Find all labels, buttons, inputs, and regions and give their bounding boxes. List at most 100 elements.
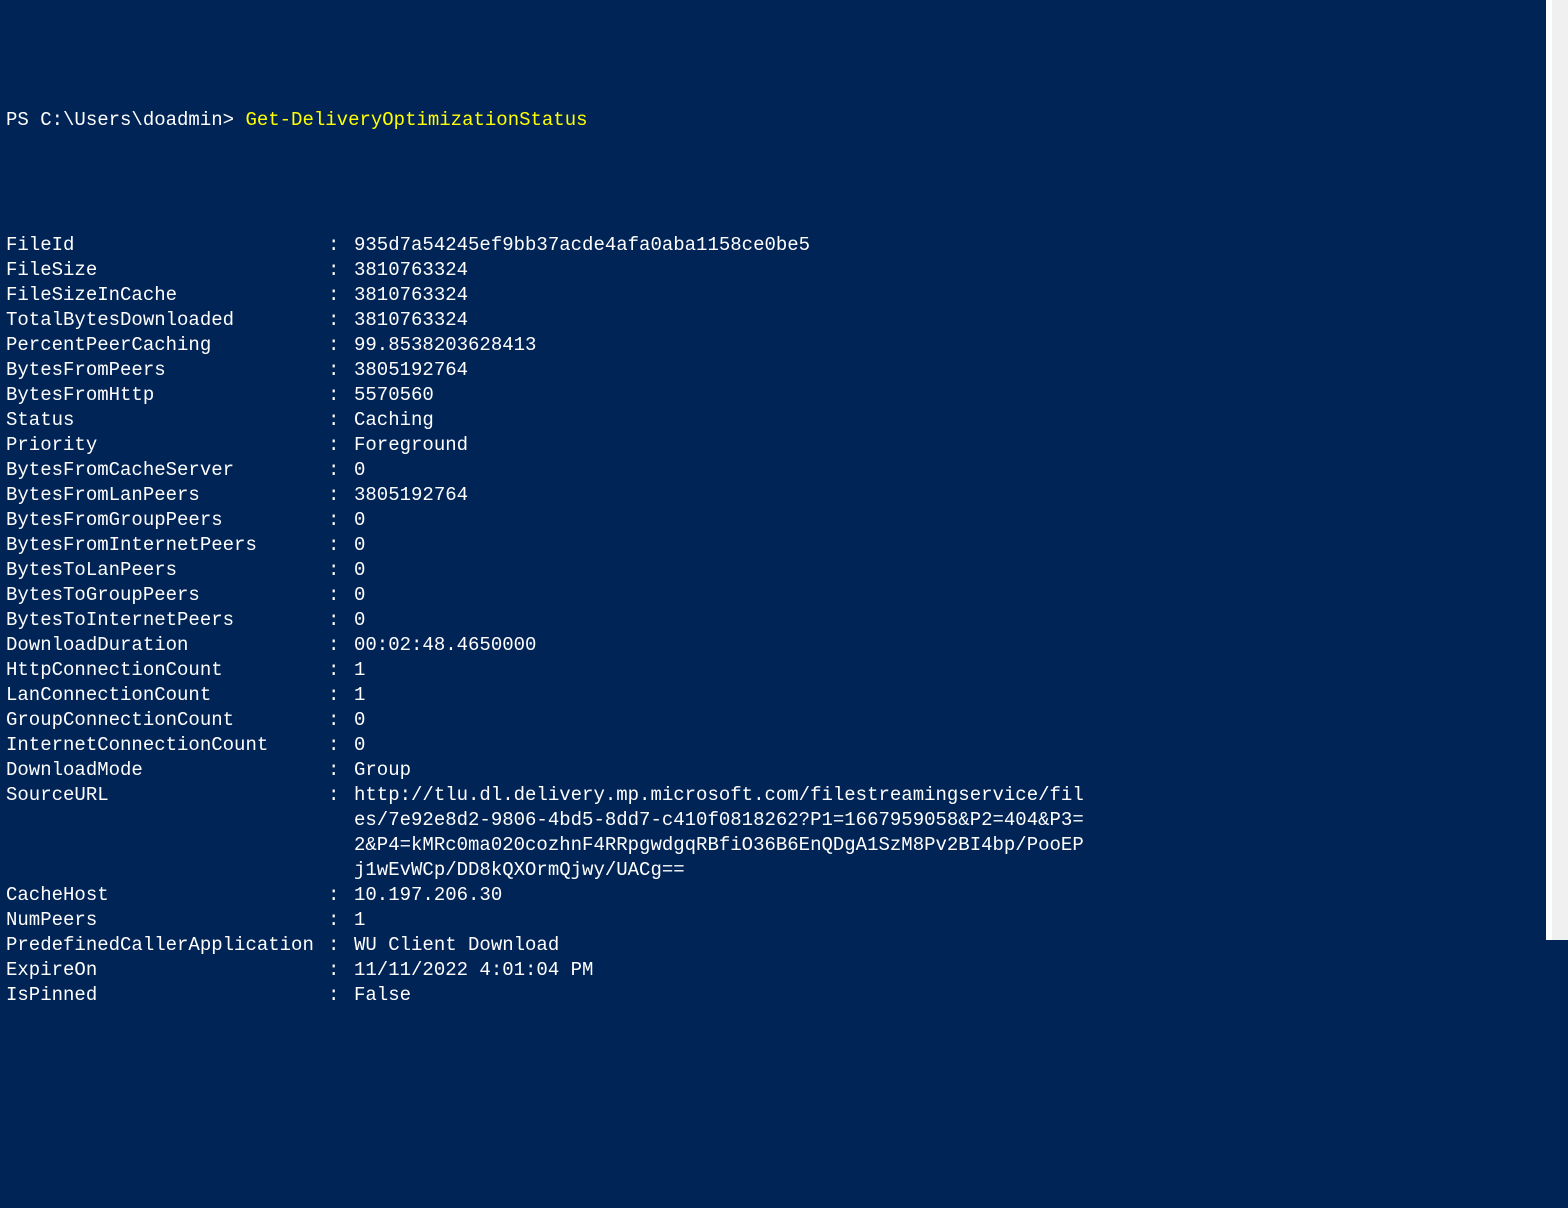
property-value: 3805192764	[354, 358, 1094, 383]
property-key: TotalBytesDownloaded	[6, 308, 328, 333]
property-separator: :	[328, 233, 354, 258]
property-value: 10.197.206.30	[354, 883, 1094, 908]
output-row: FileSize: 3810763324	[6, 258, 1562, 283]
property-value: 5570560	[354, 383, 1094, 408]
property-separator: :	[328, 983, 354, 1008]
property-value: 0	[354, 733, 1094, 758]
property-key: Priority	[6, 433, 328, 458]
output-container: FileId: 935d7a54245ef9bb37acde4afa0aba11…	[6, 233, 1562, 1008]
output-row: ExpireOn: 11/11/2022 4:01:04 PM	[6, 958, 1562, 983]
property-value: 935d7a54245ef9bb37acde4afa0aba1158ce0be5	[354, 233, 1094, 258]
property-value: False	[354, 983, 1094, 1008]
property-value: 11/11/2022 4:01:04 PM	[354, 958, 1094, 983]
property-key: BytesFromLanPeers	[6, 483, 328, 508]
prompt-prefix: PS C:\Users\doadmin>	[6, 109, 245, 131]
property-separator: :	[328, 333, 354, 358]
property-separator: :	[328, 258, 354, 283]
property-value: http://tlu.dl.delivery.mp.microsoft.com/…	[354, 783, 1094, 883]
property-separator: :	[328, 483, 354, 508]
property-separator: :	[328, 608, 354, 633]
property-separator: :	[328, 733, 354, 758]
property-separator: :	[328, 508, 354, 533]
property-value: 1	[354, 908, 1094, 933]
property-separator: :	[328, 958, 354, 983]
property-separator: :	[328, 783, 354, 883]
output-row: PercentPeerCaching: 99.8538203628413	[6, 333, 1562, 358]
property-key: LanConnectionCount	[6, 683, 328, 708]
property-key: BytesFromPeers	[6, 358, 328, 383]
vertical-scrollbar[interactable]	[1552, 0, 1568, 940]
property-value: 1	[354, 683, 1094, 708]
property-separator: :	[328, 408, 354, 433]
property-key: FileId	[6, 233, 328, 258]
property-separator: :	[328, 308, 354, 333]
property-key: BytesToLanPeers	[6, 558, 328, 583]
property-separator: :	[328, 583, 354, 608]
property-key: DownloadMode	[6, 758, 328, 783]
command-text: Get-DeliveryOptimizationStatus	[245, 109, 587, 131]
property-value: 1	[354, 658, 1094, 683]
property-key: BytesFromHttp	[6, 383, 328, 408]
output-row: BytesFromGroupPeers: 0	[6, 508, 1562, 533]
output-row: SourceURL: http://tlu.dl.delivery.mp.mic…	[6, 783, 1562, 883]
property-key: PredefinedCallerApplication	[6, 933, 328, 958]
output-row: LanConnectionCount: 1	[6, 683, 1562, 708]
property-key: SourceURL	[6, 783, 328, 883]
property-value: 0	[354, 458, 1094, 483]
output-row: FileId: 935d7a54245ef9bb37acde4afa0aba11…	[6, 233, 1562, 258]
property-separator: :	[328, 283, 354, 308]
output-row: PredefinedCallerApplication: WU Client D…	[6, 933, 1562, 958]
output-row: GroupConnectionCount: 0	[6, 708, 1562, 733]
property-separator: :	[328, 558, 354, 583]
property-value: 3810763324	[354, 283, 1094, 308]
output-row: BytesToLanPeers: 0	[6, 558, 1562, 583]
property-key: NumPeers	[6, 908, 328, 933]
output-row: BytesToGroupPeers: 0	[6, 583, 1562, 608]
output-row: BytesFromInternetPeers: 0	[6, 533, 1562, 558]
property-value: 0	[354, 708, 1094, 733]
property-value: Group	[354, 758, 1094, 783]
property-value: 00:02:48.4650000	[354, 633, 1094, 658]
property-value: 0	[354, 583, 1094, 608]
property-key: IsPinned	[6, 983, 328, 1008]
property-key: BytesToGroupPeers	[6, 583, 328, 608]
property-separator: :	[328, 633, 354, 658]
output-row: BytesFromPeers: 3805192764	[6, 358, 1562, 383]
property-separator: :	[328, 533, 354, 558]
property-key: FileSize	[6, 258, 328, 283]
output-row: BytesFromLanPeers: 3805192764	[6, 483, 1562, 508]
property-key: ExpireOn	[6, 958, 328, 983]
property-value: 0	[354, 608, 1094, 633]
property-key: FileSizeInCache	[6, 283, 328, 308]
property-value: Foreground	[354, 433, 1094, 458]
property-value: 3810763324	[354, 308, 1094, 333]
property-separator: :	[328, 458, 354, 483]
output-row: IsPinned: False	[6, 983, 1562, 1008]
property-value: 0	[354, 558, 1094, 583]
property-key: CacheHost	[6, 883, 328, 908]
property-key: PercentPeerCaching	[6, 333, 328, 358]
property-separator: :	[328, 758, 354, 783]
property-key: BytesFromGroupPeers	[6, 508, 328, 533]
output-row: CacheHost: 10.197.206.30	[6, 883, 1562, 908]
property-value: 3805192764	[354, 483, 1094, 508]
property-key: HttpConnectionCount	[6, 658, 328, 683]
property-value: Caching	[354, 408, 1094, 433]
command-prompt-line: PS C:\Users\doadmin> Get-DeliveryOptimiz…	[6, 108, 1562, 133]
output-row: DownloadDuration: 00:02:48.4650000	[6, 633, 1562, 658]
output-row: BytesFromCacheServer: 0	[6, 458, 1562, 483]
property-separator: :	[328, 658, 354, 683]
property-key: GroupConnectionCount	[6, 708, 328, 733]
property-separator: :	[328, 883, 354, 908]
property-value: 0	[354, 508, 1094, 533]
output-row: HttpConnectionCount: 1	[6, 658, 1562, 683]
property-key: BytesFromCacheServer	[6, 458, 328, 483]
property-key: BytesToInternetPeers	[6, 608, 328, 633]
output-row: InternetConnectionCount: 0	[6, 733, 1562, 758]
output-row: TotalBytesDownloaded: 3810763324	[6, 308, 1562, 333]
property-separator: :	[328, 358, 354, 383]
output-row: BytesToInternetPeers: 0	[6, 608, 1562, 633]
output-row: Priority: Foreground	[6, 433, 1562, 458]
property-separator: :	[328, 383, 354, 408]
property-separator: :	[328, 908, 354, 933]
